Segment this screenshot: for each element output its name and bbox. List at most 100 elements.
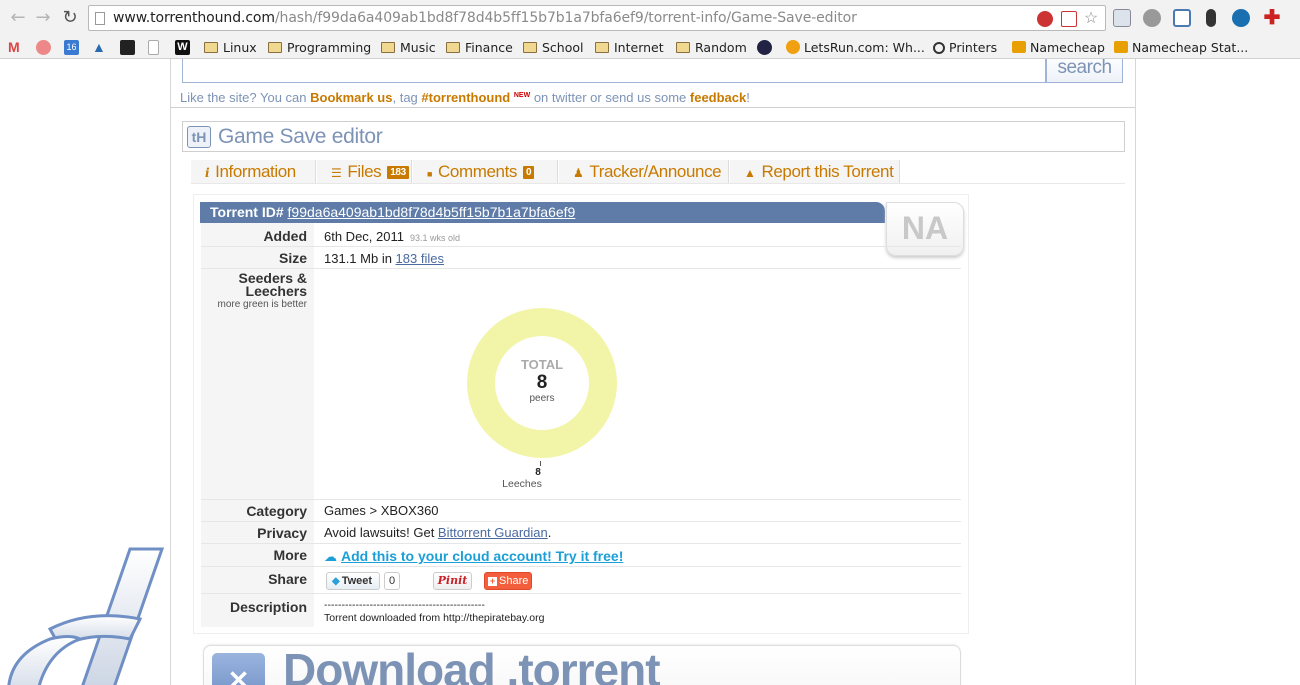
bookmark-namecheap[interactable]: Namecheap	[1012, 39, 1105, 56]
back-icon[interactable]: ←	[8, 8, 28, 28]
tab-label: Information	[215, 162, 296, 181]
leechers-label: Leeches	[502, 478, 542, 490]
seeders-leechers-label: Seeders & Leechers more green is better	[218, 271, 308, 311]
bookmark-folder-music[interactable]: Music	[381, 39, 436, 56]
microphone-icon[interactable]	[1206, 9, 1216, 27]
page-icon	[95, 12, 105, 25]
plus-icon: +	[488, 576, 497, 586]
leechers-count: 8	[535, 467, 541, 478]
bookmark-label: Finance	[465, 40, 513, 55]
gmail-icon[interactable]: M	[8, 40, 23, 55]
forward-icon[interactable]: →	[33, 8, 53, 28]
row-divider	[201, 593, 961, 594]
adblock-icon[interactable]	[1037, 11, 1053, 27]
share-button[interactable]: + Share	[484, 572, 532, 590]
privacy-text: Avoid lawsuits! Get	[324, 525, 438, 540]
feedback-link[interactable]: feedback	[690, 90, 746, 105]
tab-report-torrent[interactable]: ▲ Report this Torrent	[730, 160, 900, 183]
bookmark-tab-icon[interactable]	[120, 40, 135, 55]
tweet-button[interactable]: ◆ Tweet	[326, 572, 380, 590]
tab-label: Report this Torrent	[761, 162, 894, 181]
extension-window-icon[interactable]	[1173, 9, 1191, 27]
privacy-label: Privacy	[257, 525, 307, 541]
donut-total-value: 8	[536, 372, 548, 393]
row-divider	[201, 543, 961, 544]
row-divider	[201, 268, 961, 269]
added-age: 93.1 wks old	[409, 233, 461, 243]
star-icon[interactable]: ☆	[1083, 11, 1099, 27]
files-link[interactable]: 183 files	[396, 251, 444, 266]
bookmark-label: Namecheap	[1030, 40, 1105, 55]
pinit-button[interactable]: Pinit	[433, 572, 472, 590]
added-value: 6th Dec, 2011 93.1 wks old	[324, 229, 460, 244]
bookmark-label: Random	[695, 40, 747, 55]
tab-comments[interactable]: ■ Comments 0	[413, 160, 558, 183]
new-badge: NEW	[513, 92, 531, 99]
tab-information[interactable]: i Information	[191, 160, 316, 183]
bookmark-folder-programming[interactable]: Programming	[268, 39, 371, 56]
hashtag-link[interactable]: #torrenthound	[421, 90, 510, 105]
bookmark-site-icon[interactable]	[757, 40, 772, 55]
tab-tracker-announce[interactable]: ♟ Tracker/Announce	[559, 160, 729, 183]
download-arrow-icon[interactable]: ✕	[212, 653, 265, 685]
banner-end: !	[746, 90, 750, 105]
download-torrent-label[interactable]: Download .torrent	[283, 643, 661, 685]
bookmark-avatar-icon[interactable]	[36, 40, 51, 55]
calendar-icon[interactable]: 16	[64, 40, 79, 55]
site-logo-icon: tH	[187, 126, 211, 148]
search-input[interactable]	[182, 59, 1046, 83]
twitter-bird-icon: ◆	[332, 576, 340, 587]
search-button[interactable]: search	[1046, 59, 1123, 83]
namecheap-icon	[1114, 41, 1128, 53]
tab-label: Comments	[438, 162, 518, 181]
folder-icon	[446, 42, 460, 53]
extension-search-icon[interactable]	[1113, 9, 1131, 27]
extension-plus-icon[interactable]: ✚	[1263, 8, 1281, 28]
bookmark-namecheap-status[interactable]: Namecheap Stat...	[1114, 39, 1248, 56]
row-divider	[201, 499, 961, 500]
drive-icon[interactable]: ▲	[92, 40, 107, 55]
reload-icon[interactable]: ↻	[60, 8, 80, 28]
tab-label: Files	[347, 162, 382, 181]
url-text[interactable]: www.torrenthound.com/hash/f99da6a409ab1b…	[113, 10, 857, 26]
size-text: 131.1 Mb in	[324, 251, 396, 266]
cloud-upload-icon: ☁	[324, 549, 337, 564]
row-divider	[201, 521, 961, 522]
extension-eye-icon[interactable]	[1232, 9, 1250, 27]
bookmark-folder-linux[interactable]: Linux	[204, 39, 257, 56]
users-icon: ♟	[573, 166, 584, 180]
bookmark-letsrun[interactable]: LetsRun.com: Wh...	[786, 39, 925, 56]
leechers-tick	[540, 461, 541, 466]
address-bar[interactable]: www.torrenthound.com/hash/f99da6a409ab1b…	[88, 5, 1106, 31]
torrent-id-label: Torrent ID#	[210, 204, 284, 220]
files-count-badge: 183	[387, 166, 409, 179]
added-date: 6th Dec, 2011	[324, 229, 404, 244]
comment-icon: ■	[427, 169, 433, 179]
bookmark-folder-school[interactable]: School	[523, 39, 584, 56]
size-label: Size	[278, 250, 307, 266]
bookmark-page-icon[interactable]	[148, 40, 159, 55]
bittorrent-guardian-link[interactable]: Bittorrent Guardian	[438, 525, 548, 540]
url-path: /hash/f99da6a409ab1bd8f78d4b5ff15b7b1a7b…	[274, 10, 857, 26]
row-divider	[201, 566, 961, 567]
bookmark-folder-finance[interactable]: Finance	[446, 39, 513, 56]
extension-compass-icon[interactable]	[1143, 9, 1161, 27]
bookmark-printers[interactable]: Printers	[933, 39, 997, 56]
tabs-underline	[191, 183, 1125, 184]
size-value: 131.1 Mb in 183 files	[324, 251, 444, 266]
wikipedia-icon[interactable]: W	[175, 40, 190, 55]
more-value: ☁ Add this to your cloud account! Try it …	[324, 548, 623, 565]
category-label: Category	[246, 503, 307, 519]
torrent-id-hash[interactable]: f99da6a409ab1bd8f78d4b5ff15b7b1a7bfa6ef9	[288, 204, 576, 220]
bookmark-label: Printers	[949, 40, 998, 55]
tab-files[interactable]: ☰ Files 183	[317, 160, 412, 183]
content-border-left	[170, 59, 171, 685]
blocked-icon[interactable]	[1061, 11, 1077, 27]
bookmark-label: Namecheap Stat...	[1132, 40, 1249, 55]
bookmark-folder-internet[interactable]: Internet	[595, 39, 664, 56]
description-text: ----------------------------------------…	[324, 599, 544, 625]
bookmark-folder-random[interactable]: Random	[676, 39, 747, 56]
like-prefix-text: Like the site? You can	[180, 90, 311, 105]
cloud-account-link[interactable]: Add this to your cloud account! Try it f…	[341, 548, 623, 564]
bookmark-us-link[interactable]: Bookmark us	[310, 90, 392, 105]
